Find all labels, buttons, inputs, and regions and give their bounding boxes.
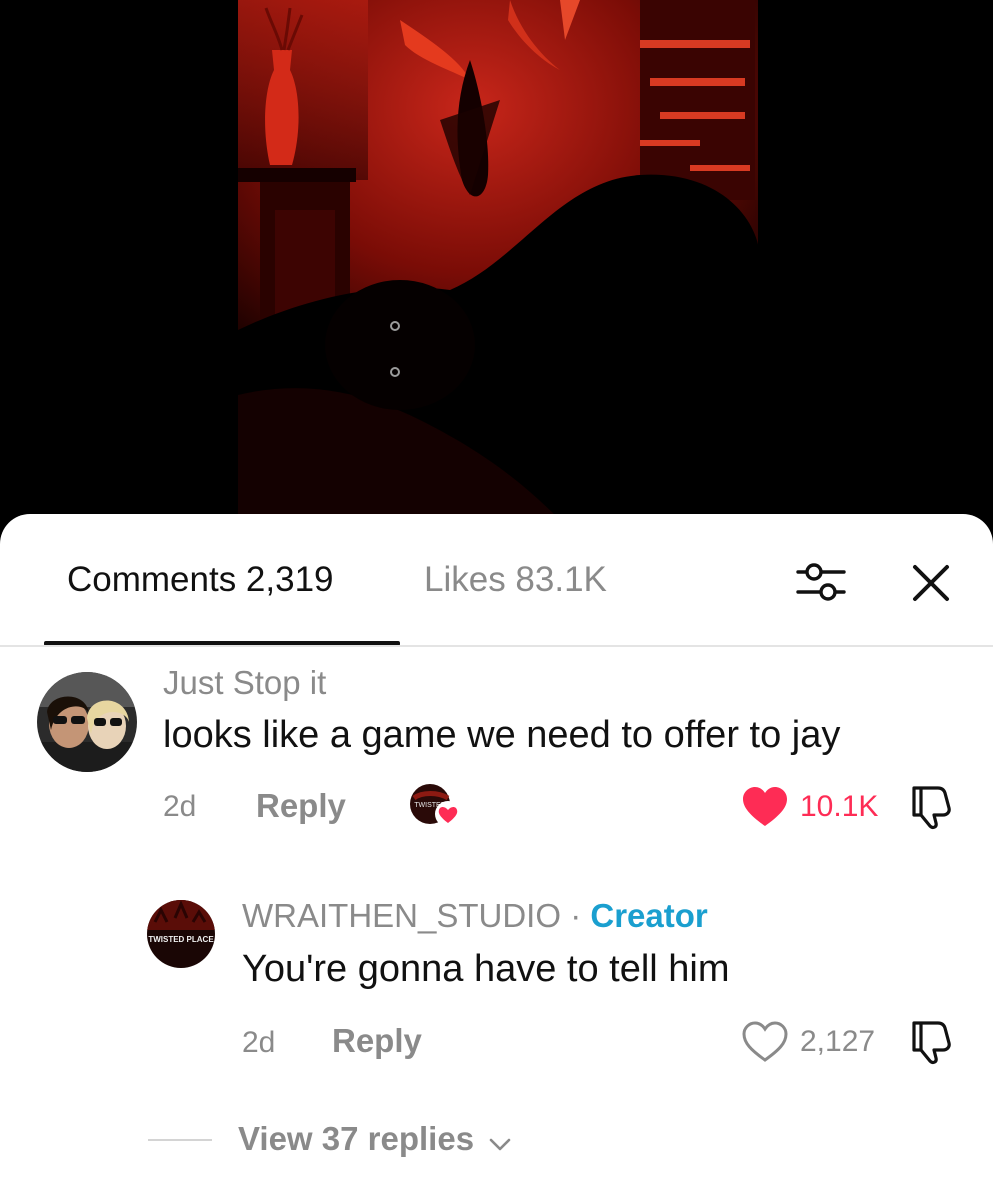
thumbs-down-icon[interactable] <box>908 784 954 830</box>
reply-username[interactable]: WRAITHEN_STUDIO <box>242 897 561 934</box>
filter-sliders-icon[interactable] <box>794 558 848 606</box>
view-replies-line <box>148 1139 212 1141</box>
tab-comments[interactable]: Comments 2,319 <box>67 560 334 600</box>
avatar[interactable]: TWISTED PLACE <box>147 900 215 968</box>
reply-button[interactable]: Reply <box>332 1022 422 1060</box>
view-replies-label: View 37 replies <box>238 1120 475 1157</box>
view-replies-button[interactable]: View 37 replies <box>238 1120 511 1160</box>
like-count: 10.1K <box>800 790 879 823</box>
sheet-tabs: Comments 2,319 Likes 83.1K <box>0 514 993 647</box>
creator-liked-badge: TWISTED <box>408 782 464 830</box>
comment-text: looks like a game we need to offer to ja… <box>163 714 841 756</box>
separator-dot: · <box>570 897 582 934</box>
like-count: 2,127 <box>800 1025 876 1058</box>
heart-outline-icon[interactable] <box>741 1021 789 1063</box>
thumbs-down-icon[interactable] <box>908 1019 954 1065</box>
video-player[interactable] <box>0 0 993 560</box>
close-icon[interactable] <box>910 562 952 604</box>
comment-time: 2d <box>242 1026 276 1059</box>
video-frame <box>0 0 993 560</box>
comment-username[interactable]: Just Stop it <box>163 664 326 702</box>
comment-time: 2d <box>163 790 197 823</box>
reply-button[interactable]: Reply <box>256 787 346 825</box>
comment-username: WRAITHEN_STUDIO · Creator <box>242 897 708 935</box>
tab-likes[interactable]: Likes 83.1K <box>424 560 607 600</box>
heart-filled-icon[interactable] <box>741 786 789 828</box>
comments-sheet: Comments 2,319 Likes 83.1K Just Stop it … <box>0 514 993 1200</box>
avatar[interactable] <box>37 672 137 772</box>
avatar-text: TWISTED PLACE <box>148 935 214 944</box>
creator-tag: Creator <box>590 897 708 934</box>
chevron-down-icon <box>489 1122 511 1160</box>
tab-divider <box>0 645 993 647</box>
comment-text: You're gonna have to tell him <box>242 948 730 990</box>
